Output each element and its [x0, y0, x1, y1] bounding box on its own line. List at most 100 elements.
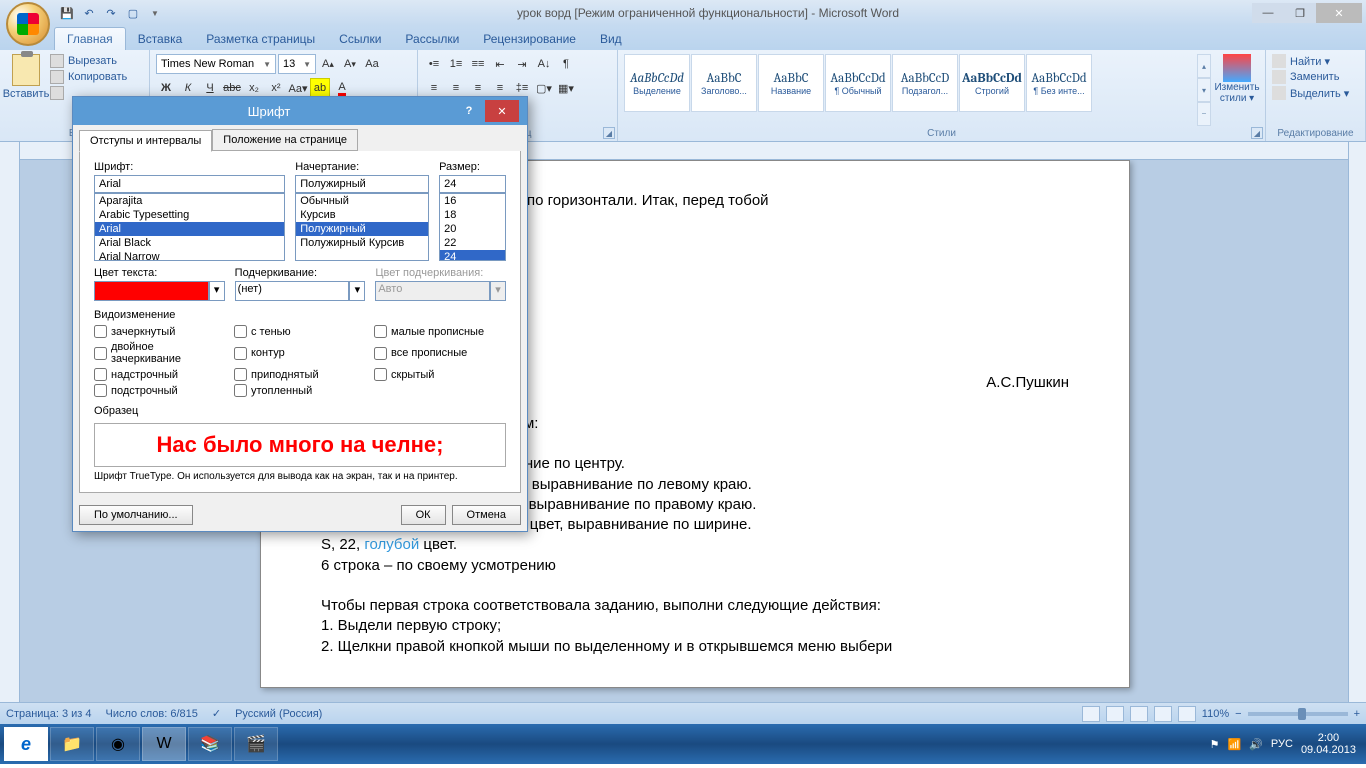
bullets-button[interactable]: •≡	[424, 54, 444, 74]
effect-утопленный[interactable]: утопленный	[234, 384, 366, 397]
dialog-tab-position[interactable]: Положение на странице	[212, 129, 358, 151]
style-item[interactable]: AaBbCcDd¶ Без инте...	[1026, 54, 1092, 112]
styles-down[interactable]: ▾	[1197, 78, 1211, 102]
shrink-font-button[interactable]: A▾	[340, 54, 360, 74]
qat-dropdown-icon[interactable]: ▼	[146, 4, 164, 22]
minimize-button[interactable]: —	[1252, 3, 1284, 23]
underline-style-combo[interactable]: (нет)▾	[235, 281, 366, 301]
default-button[interactable]: По умолчанию...	[79, 505, 193, 525]
font-size-combo[interactable]: 13▼	[278, 54, 316, 74]
style-item[interactable]: AaBbCcDdВыделение	[624, 54, 690, 112]
tray-volume-icon[interactable]: 🔊	[1249, 738, 1263, 751]
tab-page-layout[interactable]: Разметка страницы	[194, 28, 327, 50]
tab-references[interactable]: Ссылки	[327, 28, 393, 50]
zoom-out[interactable]: −	[1235, 708, 1241, 720]
proofing-icon[interactable]: ✓	[212, 707, 221, 720]
line-spacing-button[interactable]: ‡≡	[512, 78, 532, 98]
font-list[interactable]: AparajitaArabic TypesettingArialArial Bl…	[94, 193, 285, 261]
size-field-input[interactable]	[439, 175, 506, 193]
effect-приподнятый[interactable]: приподнятый	[234, 368, 366, 381]
taskbar-chrome[interactable]: ◉	[96, 727, 140, 761]
office-button[interactable]	[6, 2, 50, 46]
vertical-scrollbar[interactable]	[1348, 142, 1366, 702]
view-web[interactable]	[1130, 706, 1148, 722]
tray-clock[interactable]: 2:00 09.04.2013	[1301, 732, 1362, 756]
paste-button[interactable]: Вставить	[6, 54, 46, 126]
clear-formatting-button[interactable]: Aa	[362, 54, 382, 74]
style-item[interactable]: AaBbCcDПодзагол...	[892, 54, 958, 112]
change-styles-button[interactable]: Изменить стили ▾	[1215, 54, 1259, 126]
view-full-screen[interactable]	[1106, 706, 1124, 722]
highlight-button[interactable]: ab	[310, 78, 330, 98]
effect-зачеркнутый[interactable]: зачеркнутый	[94, 325, 226, 338]
tab-mailings[interactable]: Рассылки	[393, 28, 471, 50]
tab-review[interactable]: Рецензирование	[471, 28, 588, 50]
decrease-indent-button[interactable]: ⇤	[490, 54, 510, 74]
shading-button[interactable]: ▢▾	[534, 78, 554, 98]
superscript-button[interactable]: x²	[266, 78, 286, 98]
increase-indent-button[interactable]: ⇥	[512, 54, 532, 74]
multilevel-button[interactable]: ≡≡	[468, 54, 488, 74]
styles-up[interactable]: ▴	[1197, 54, 1211, 78]
taskbar-ie[interactable]: e	[4, 727, 48, 761]
undo-icon[interactable]: ↶	[80, 4, 98, 22]
text-color-combo[interactable]: ▾	[94, 281, 225, 301]
justify-button[interactable]: ≡	[490, 78, 510, 98]
taskbar-explorer[interactable]: 📁	[50, 727, 94, 761]
grow-font-button[interactable]: A▴	[318, 54, 338, 74]
underline-button[interactable]: Ч	[200, 78, 220, 98]
taskbar-app[interactable]: 🎬	[234, 727, 278, 761]
bold-button[interactable]: Ж	[156, 78, 176, 98]
cancel-button[interactable]: Отмена	[452, 505, 521, 525]
effect-подстрочный[interactable]: подстрочный	[94, 384, 226, 397]
tray-language[interactable]: РУС	[1271, 738, 1293, 750]
effect-все прописные[interactable]: все прописные	[374, 341, 506, 365]
taskbar-word[interactable]: W	[142, 727, 186, 761]
effect-скрытый[interactable]: скрытый	[374, 368, 506, 381]
zoom-level[interactable]: 110%	[1202, 708, 1229, 720]
tab-view[interactable]: Вид	[588, 28, 634, 50]
vertical-ruler[interactable]	[0, 142, 20, 702]
taskbar-winrar[interactable]: 📚	[188, 727, 232, 761]
style-item[interactable]: AaBbCcDd¶ Обычный	[825, 54, 891, 112]
style-item[interactable]: AaBbCНазвание	[758, 54, 824, 112]
effect-малые прописные[interactable]: малые прописные	[374, 325, 506, 338]
find-button[interactable]: Найти ▾	[1272, 54, 1349, 68]
status-page[interactable]: Страница: 3 из 4	[6, 708, 92, 720]
view-print-layout[interactable]	[1082, 706, 1100, 722]
size-list[interactable]: 1618202224	[439, 193, 506, 261]
tab-insert[interactable]: Вставка	[126, 28, 195, 50]
effect-с тенью[interactable]: с тенью	[234, 325, 366, 338]
align-right-button[interactable]: ≡	[468, 78, 488, 98]
paragraph-launcher[interactable]: ◢	[603, 127, 615, 139]
borders-button[interactable]: ▦▾	[556, 78, 576, 98]
copy-button[interactable]: Копировать	[50, 70, 127, 84]
font-name-combo[interactable]: Times New Roman▼	[156, 54, 276, 74]
dialog-titlebar[interactable]: Шрифт ? ✕	[73, 97, 527, 125]
ok-button[interactable]: ОК	[401, 505, 446, 525]
align-center-button[interactable]: ≡	[446, 78, 466, 98]
show-marks-button[interactable]: ¶	[556, 54, 576, 74]
tray-flag-icon[interactable]: ⚑	[1210, 738, 1220, 751]
cut-button[interactable]: Вырезать	[50, 54, 127, 68]
select-button[interactable]: Выделить ▾	[1272, 86, 1349, 100]
style-list[interactable]: ОбычныйКурсивПолужирныйПолужирный Курсив	[295, 193, 429, 261]
strike-button[interactable]: abc	[222, 78, 242, 98]
view-draft[interactable]	[1178, 706, 1196, 722]
numbering-button[interactable]: 1≡	[446, 54, 466, 74]
status-words[interactable]: Число слов: 6/815	[106, 708, 198, 720]
effect-контур[interactable]: контур	[234, 341, 366, 365]
replace-button[interactable]: Заменить	[1272, 70, 1349, 84]
styles-gallery[interactable]: AaBbCcDdВыделениеAaBbCЗаголово...AaBbCНа…	[624, 54, 1197, 126]
style-item[interactable]: AaBbCcDdСтрогий	[959, 54, 1025, 112]
styles-launcher[interactable]: ◢	[1251, 127, 1263, 139]
save-icon[interactable]: 💾	[58, 4, 76, 22]
dialog-help-button[interactable]: ?	[457, 105, 481, 117]
align-left-button[interactable]: ≡	[424, 78, 444, 98]
new-doc-icon[interactable]: ▢	[124, 4, 142, 22]
effect-надстрочный[interactable]: надстрочный	[94, 368, 226, 381]
italic-button[interactable]: К	[178, 78, 198, 98]
change-case-button[interactable]: Aa▾	[288, 78, 308, 98]
styles-more[interactable]: ⎯	[1197, 102, 1211, 126]
dialog-tab-indents[interactable]: Отступы и интервалы	[79, 130, 212, 152]
